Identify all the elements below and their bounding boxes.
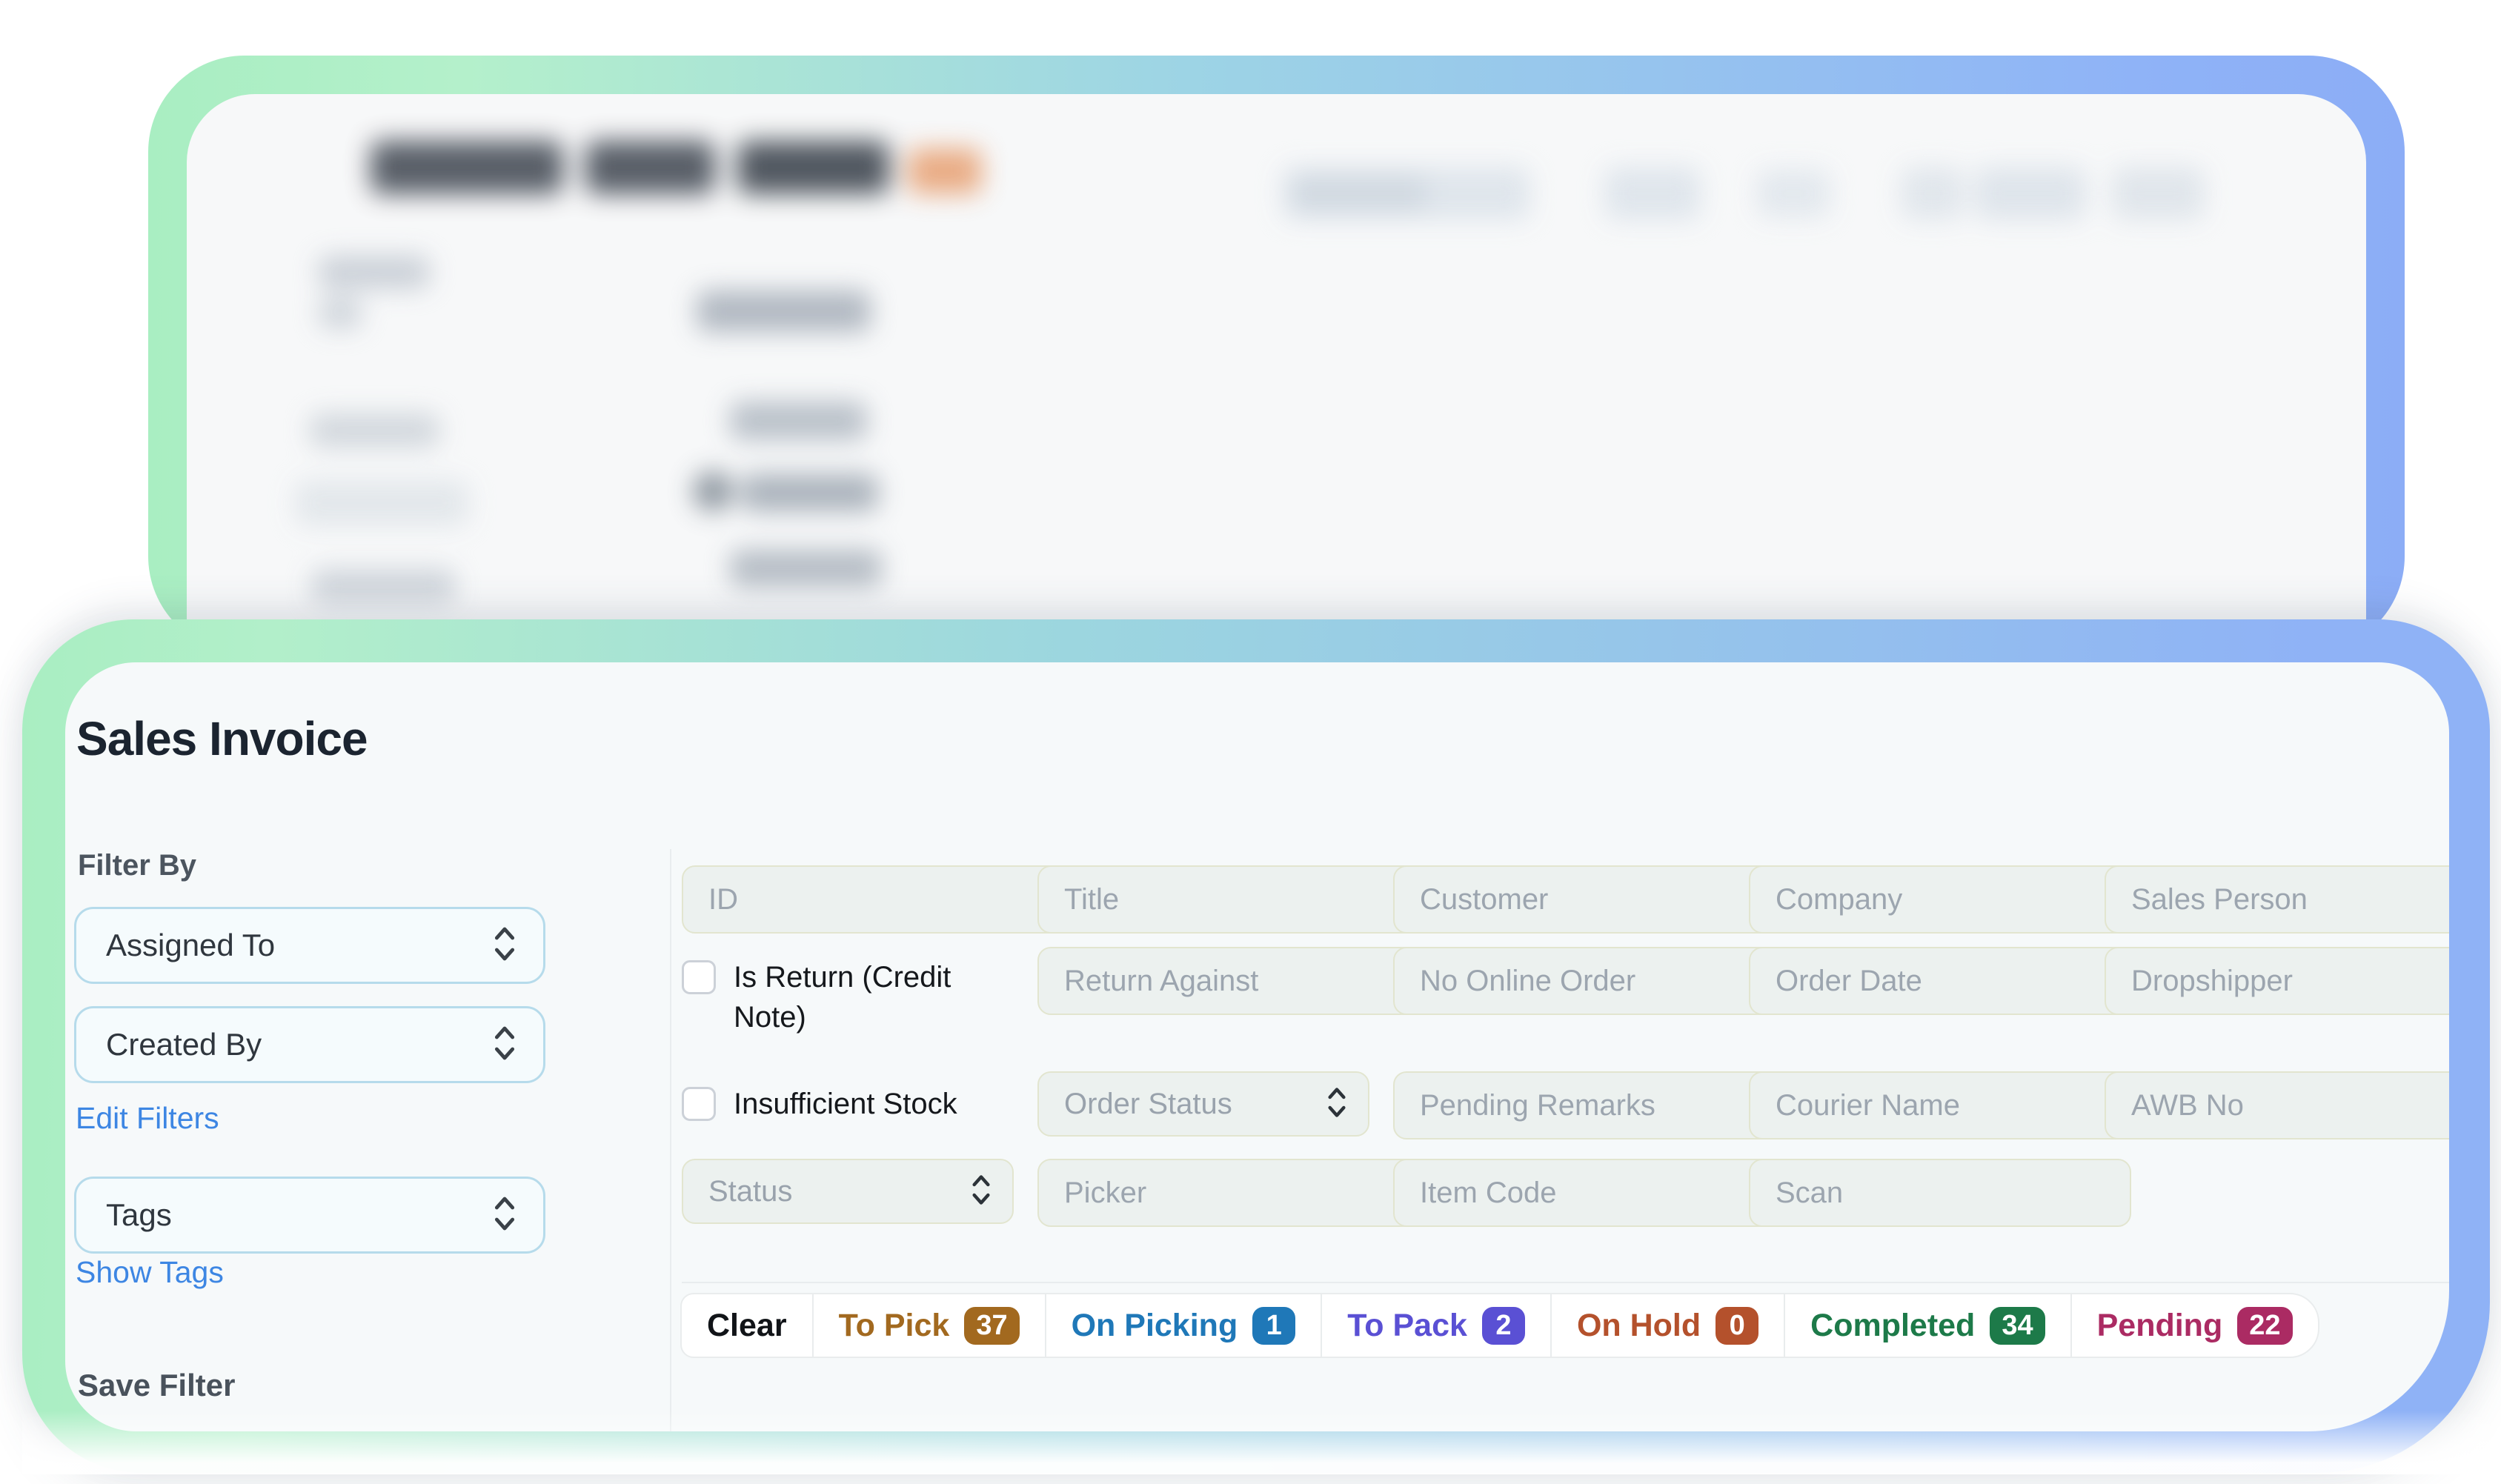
pending-remarks-input[interactable] (1393, 1071, 1776, 1139)
blurred-field-label (310, 413, 439, 447)
filter-row-1 (682, 865, 2437, 931)
title-input[interactable] (1037, 865, 1420, 934)
blurred-field-value (730, 402, 867, 440)
blurred-field-value (741, 474, 878, 511)
blurred-field-value (730, 550, 882, 587)
background-card-frame (148, 56, 2405, 653)
insufficient-stock-checkbox[interactable] (682, 1087, 716, 1121)
to-pack-count-badge: 2 (1482, 1307, 1525, 1345)
to-pick-count-badge: 37 (964, 1307, 1019, 1345)
to-pack-label: To Pack (1347, 1308, 1467, 1344)
edit-filters-link[interactable]: Edit Filters (76, 1101, 219, 1136)
picker-input[interactable] (1037, 1159, 1420, 1227)
completed-button[interactable]: Completed 34 (1785, 1294, 2071, 1357)
awb-no-input[interactable] (2105, 1071, 2449, 1139)
item-code-input[interactable] (1393, 1159, 1776, 1227)
blurred-toolbar-item (1901, 167, 1964, 220)
tags-select-label: Tags (106, 1197, 172, 1233)
status-bar: Clear To Pick 37 On Picking 1 To Pack 2 … (680, 1293, 2319, 1358)
page-title: Sales Invoice (76, 711, 368, 766)
on-picking-label: On Picking (1072, 1308, 1238, 1344)
filter-by-label: Filter By (78, 849, 196, 882)
blurred-title-text (371, 141, 563, 194)
chevron-updown-icon (971, 1171, 992, 1212)
background-card (187, 94, 2366, 653)
no-online-order-input[interactable] (1393, 947, 1776, 1015)
blurred-title-text (585, 141, 715, 194)
id-input[interactable] (682, 865, 1064, 934)
dropshipper-input[interactable] (2105, 947, 2449, 1015)
on-hold-label: On Hold (1577, 1308, 1701, 1344)
status-bar-divider (682, 1282, 2449, 1283)
on-hold-count-badge: 0 (1716, 1307, 1758, 1345)
pending-label: Pending (2097, 1308, 2223, 1344)
chevron-updown-icon (493, 923, 517, 968)
blurred-toolbar-item (1756, 169, 1830, 218)
on-picking-count-badge: 1 (1252, 1307, 1295, 1345)
clear-button[interactable]: Clear (682, 1294, 814, 1357)
sales-person-input[interactable] (2105, 865, 2449, 934)
order-status-select-label: Order Status (1064, 1088, 1232, 1121)
blurred-toolbar-item (1975, 167, 2086, 220)
status-select[interactable]: Status (682, 1159, 1014, 1224)
to-pack-button[interactable]: To Pack 2 (1322, 1294, 1552, 1357)
assigned-to-select[interactable]: Assigned To (74, 907, 545, 984)
on-hold-button[interactable]: On Hold 0 (1552, 1294, 1785, 1357)
pending-button[interactable]: Pending 22 (2072, 1294, 2318, 1357)
return-against-input[interactable] (1037, 947, 1420, 1015)
created-by-select-label: Created By (106, 1027, 262, 1062)
customer-input[interactable] (1393, 865, 1776, 934)
company-input[interactable] (1749, 865, 2131, 934)
blurred-title-text (737, 141, 889, 194)
to-pick-button[interactable]: To Pick 37 (814, 1294, 1046, 1357)
completed-count-badge: 34 (1990, 1307, 2045, 1345)
scan-input[interactable] (1749, 1159, 2131, 1227)
blurred-toolbar-item (1604, 167, 1701, 220)
pending-count-badge: 22 (2237, 1307, 2292, 1345)
blurred-field-label (319, 298, 362, 329)
on-picking-button[interactable]: On Picking 1 (1046, 1294, 1323, 1357)
order-date-input[interactable] (1749, 947, 2131, 1015)
blurred-toolbar-item (1293, 176, 1426, 210)
status-select-label: Status (708, 1175, 792, 1208)
filter-row-3: Insufficient Stock Order Status (682, 1071, 2437, 1137)
panel-divider (670, 849, 671, 1431)
insufficient-stock-checkbox-cell: Insufficient Stock (682, 1071, 1014, 1137)
courier-name-input[interactable] (1749, 1071, 2131, 1139)
blurred-avatar (693, 471, 733, 511)
is-return-checkbox[interactable] (682, 960, 716, 994)
blurred-content (187, 94, 2366, 653)
insufficient-stock-label: Insufficient Stock (734, 1084, 957, 1124)
page: Sales Invoice Filter By Assigned To Crea… (0, 0, 2501, 1484)
chevron-updown-icon (493, 1022, 517, 1068)
filter-row-2: Is Return (Credit Note) (682, 947, 2437, 1012)
chevron-updown-icon (1326, 1084, 1347, 1125)
is-return-label: Is Return (Credit Note) (734, 957, 1014, 1037)
to-pick-label: To Pick (839, 1308, 950, 1344)
blurred-toolbar-item (2112, 167, 2205, 220)
blurred-status-badge (908, 148, 982, 194)
blurred-field-value (697, 290, 871, 332)
blurred-field-label (295, 480, 469, 526)
sales-invoice-card: Sales Invoice Filter By Assigned To Crea… (65, 662, 2449, 1431)
show-tags-link[interactable]: Show Tags (76, 1255, 224, 1290)
created-by-select[interactable]: Created By (74, 1006, 545, 1083)
order-status-select[interactable]: Order Status (1037, 1071, 1369, 1137)
save-filter-label: Save Filter (78, 1368, 235, 1403)
chevron-updown-icon (493, 1193, 517, 1238)
completed-label: Completed (1810, 1308, 1975, 1344)
clear-button-label: Clear (707, 1308, 787, 1344)
tags-select[interactable]: Tags (74, 1177, 545, 1254)
blurred-field-label (311, 569, 456, 603)
assigned-to-select-label: Assigned To (106, 928, 275, 963)
filter-row-4: Status (682, 1159, 2081, 1224)
blurred-field-label (319, 256, 430, 289)
sales-invoice-card-frame: Sales Invoice Filter By Assigned To Crea… (22, 619, 2490, 1473)
is-return-checkbox-cell: Is Return (Credit Note) (682, 947, 1014, 1012)
